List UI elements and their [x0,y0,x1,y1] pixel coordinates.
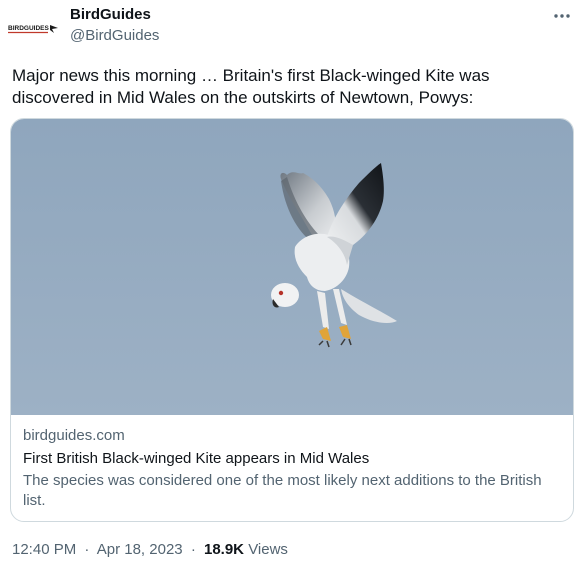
author-handle[interactable]: @BirdGuides [70,26,159,46]
link-card[interactable]: birdguides.com First British Black-winge… [10,118,574,522]
card-image[interactable] [11,119,573,415]
card-info: birdguides.com First British Black-winge… [23,426,563,511]
avatar[interactable]: BIRDGUIDES [6,8,62,48]
meta-separator: · [84,541,90,558]
more-dots-icon [554,14,570,18]
views-count[interactable]: 18.9K [204,541,244,558]
tweet-meta: 12:40 PM · Apr 18, 2023 · 18.9K Views [12,540,288,560]
tweet-time[interactable]: 12:40 PM [12,541,76,558]
card-title: First British Black-winged Kite appears … [23,450,370,467]
black-winged-kite-photo [11,119,573,415]
author-names: BirdGuides @BirdGuides [70,6,159,46]
author-display-name[interactable]: BirdGuides [70,6,159,24]
svg-text:BIRDGUIDES: BIRDGUIDES [8,25,49,32]
card-domain: birdguides.com [23,427,125,444]
more-options-button[interactable] [552,6,572,26]
tweet-text: Major news this morning … Britain's firs… [12,66,490,107]
views-label: Views [248,541,288,558]
card-description: The species was considered one of the mo… [23,472,542,509]
birdguides-logo-icon: BIRDGUIDES [8,25,58,34]
tweet-date[interactable]: Apr 18, 2023 [97,541,183,558]
tweet-header: BIRDGUIDES BirdGuides @BirdGuides [0,0,584,56]
meta-separator: · [190,541,196,558]
